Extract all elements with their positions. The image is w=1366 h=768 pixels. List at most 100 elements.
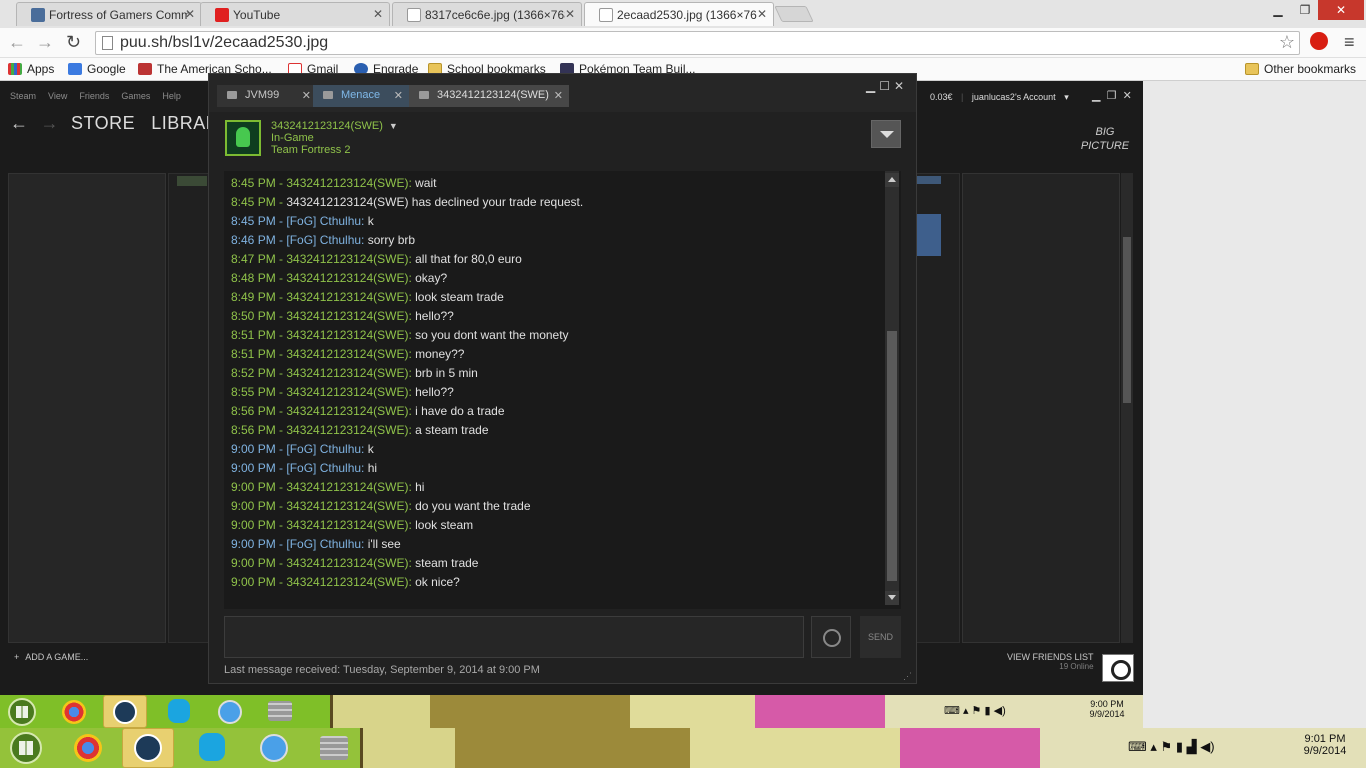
view-friends-list-button[interactable]: VIEW FRIENDS LIST 19 Online (1007, 652, 1094, 671)
friend-game: Team Fortress 2 (271, 144, 351, 156)
chat-options-dropdown[interactable] (871, 120, 901, 148)
star-bookmark-icon[interactable]: ☆ (1279, 32, 1295, 53)
wallpaper-shape (630, 695, 755, 728)
chrome-icon[interactable] (62, 700, 86, 724)
menu-view[interactable]: View (48, 91, 67, 101)
account-area[interactable]: 0.03€ | juanlucas2's Account ▾ (930, 92, 1069, 103)
forward-arrow-icon[interactable]: → (41, 113, 60, 133)
close-icon[interactable]: ✕ (302, 89, 311, 102)
reload-icon[interactable]: ↻ (66, 32, 81, 53)
scrollbar-thumb[interactable] (1123, 237, 1131, 403)
browser-tab-image-1[interactable]: 8317ce6c6e.jpg (1366×768 ✕ (392, 2, 582, 26)
big-picture-button[interactable]: BIG PICTURE (1075, 125, 1135, 153)
chrome-icon[interactable] (74, 734, 102, 762)
maximize-icon[interactable]: ☐ (879, 79, 894, 93)
bookmark-other[interactable]: Other bookmarks (1245, 62, 1356, 76)
minimize-icon[interactable]: ▁ (1092, 90, 1100, 102)
start-button[interactable] (10, 732, 42, 764)
chevron-up-icon[interactable]: ▴ (1150, 739, 1157, 754)
bookmark-apps[interactable]: Apps (8, 62, 54, 76)
skype-icon[interactable] (168, 699, 190, 723)
scroll-down-icon[interactable] (885, 591, 899, 605)
close-icon[interactable]: ✕ (554, 89, 563, 102)
browser-tab-youtube[interactable]: YouTube ✕ (200, 2, 390, 26)
add-game-button[interactable]: + ADD A GAME... (14, 652, 88, 662)
minimize-icon[interactable]: ▁ (866, 79, 879, 93)
chat-input-field[interactable] (224, 616, 804, 658)
message-text: hi (411, 480, 425, 494)
start-button[interactable] (8, 698, 36, 726)
forward-arrow-icon[interactable]: → (36, 32, 54, 53)
address-bar[interactable]: puu.sh/bsl1v/2ecaad2530.jpg ☆ (95, 31, 1300, 55)
new-tab-button[interactable] (774, 6, 814, 22)
close-tab-icon[interactable]: ✕ (185, 7, 195, 21)
chat-message: 8:55 PM - 3432412123124(SWE): hello?? (231, 383, 881, 402)
flag-icon[interactable]: ⚑ (1161, 739, 1173, 754)
send-button[interactable]: SEND (860, 616, 901, 658)
restore-icon[interactable]: ❐ (1107, 90, 1117, 102)
bookmark-google[interactable]: Google (68, 62, 126, 76)
close-tab-icon[interactable]: ✕ (757, 7, 767, 21)
back-arrow-icon[interactable]: ← (8, 32, 26, 53)
network-icon[interactable]: ▮ (984, 705, 990, 717)
itunes-icon[interactable] (260, 734, 288, 762)
restore-icon[interactable]: ❐ (1295, 0, 1315, 20)
steam-icon (134, 734, 162, 762)
close-tab-icon[interactable]: ✕ (373, 7, 383, 21)
adblock-extension-icon[interactable] (1310, 32, 1328, 50)
browser-tab-image-2[interactable]: 2ecaad2530.jpg (1366×768 ✕ (584, 2, 774, 26)
library-scrollbar[interactable] (1121, 173, 1133, 643)
itunes-icon[interactable] (218, 700, 242, 724)
message-text: money?? (411, 347, 465, 361)
chat-message: 8:56 PM - 3432412123124(SWE): a steam tr… (231, 421, 881, 440)
message-text: look steam (411, 518, 474, 532)
wall-app-icon[interactable] (268, 701, 292, 721)
menu-help[interactable]: Help (162, 91, 181, 101)
friends-avatar-icon[interactable] (1102, 654, 1134, 682)
minimize-icon[interactable]: ▁ (1268, 0, 1288, 20)
chevron-down-icon[interactable]: ▼ (389, 121, 398, 131)
chat-tab-active[interactable]: 3432412123124(SWE) ✕ (409, 85, 569, 107)
chat-tab-menace[interactable]: Menace ✕ (313, 85, 409, 107)
chevron-up-icon[interactable]: ▴ (963, 705, 969, 717)
chat-tab-jvm99[interactable]: JVM99 ✕ (217, 85, 317, 107)
skype-icon[interactable] (199, 733, 225, 761)
nav-store[interactable]: STORE (71, 113, 135, 133)
tray-clock[interactable]: 9:01 PM 9/9/2014 (1292, 733, 1358, 757)
close-icon[interactable]: ✕ (1123, 90, 1132, 102)
menu-friends[interactable]: Friends (79, 91, 109, 101)
chat-scrollbar[interactable] (885, 171, 899, 605)
friend-name[interactable]: 3432412123124(SWE) ▼ (271, 120, 398, 132)
back-arrow-icon[interactable]: ← (10, 113, 29, 133)
menu-games[interactable]: Games (121, 91, 150, 101)
keyboard-icon[interactable]: ⌨ (944, 705, 960, 717)
chat-message: 8:49 PM - 3432412123124(SWE): look steam… (231, 288, 881, 307)
chat-message: 8:45 PM - [FoG] Cthulhu: k (231, 212, 881, 231)
message-sender: 8:47 PM - 3432412123124(SWE): (231, 252, 412, 266)
chat-window-controls: ▁☐✕ (866, 79, 908, 93)
scroll-up-icon[interactable] (885, 173, 899, 187)
scrollbar-thumb[interactable] (887, 331, 897, 581)
close-window-icon[interactable]: ✕ (1318, 0, 1364, 20)
signal-icon[interactable]: ▟ (1187, 739, 1197, 754)
message-text: hello?? (411, 309, 454, 323)
friend-avatar[interactable] (225, 120, 261, 156)
keyboard-icon[interactable]: ⌨ (1128, 739, 1147, 754)
close-icon[interactable]: ✕ (894, 79, 908, 93)
message-sender: 8:51 PM - 3432412123124(SWE): (231, 347, 412, 361)
steam-menu-bar: Steam View Friends Games Help (10, 91, 193, 101)
resize-grip-icon[interactable]: ⋰ (903, 671, 912, 682)
wall-app-icon[interactable] (320, 736, 348, 760)
chrome-menu-icon[interactable]: ≡ (1344, 32, 1355, 53)
close-tab-icon[interactable]: ✕ (565, 7, 575, 21)
menu-steam[interactable]: Steam (10, 91, 36, 101)
volume-icon[interactable]: ◀) (1200, 739, 1214, 754)
message-text: so you dont want the monety (411, 328, 569, 342)
emoticon-button[interactable] (811, 616, 851, 658)
network-icon[interactable]: ▮ (1176, 739, 1183, 754)
tray-clock[interactable]: 9:00 PM 9/9/2014 (1082, 699, 1132, 719)
volume-icon[interactable]: ◀) (994, 705, 1006, 717)
close-icon[interactable]: ✕ (394, 89, 403, 102)
browser-tab-fortress[interactable]: Fortress of Gamers Comm ✕ (16, 2, 202, 26)
flag-icon[interactable]: ⚑ (972, 705, 982, 717)
